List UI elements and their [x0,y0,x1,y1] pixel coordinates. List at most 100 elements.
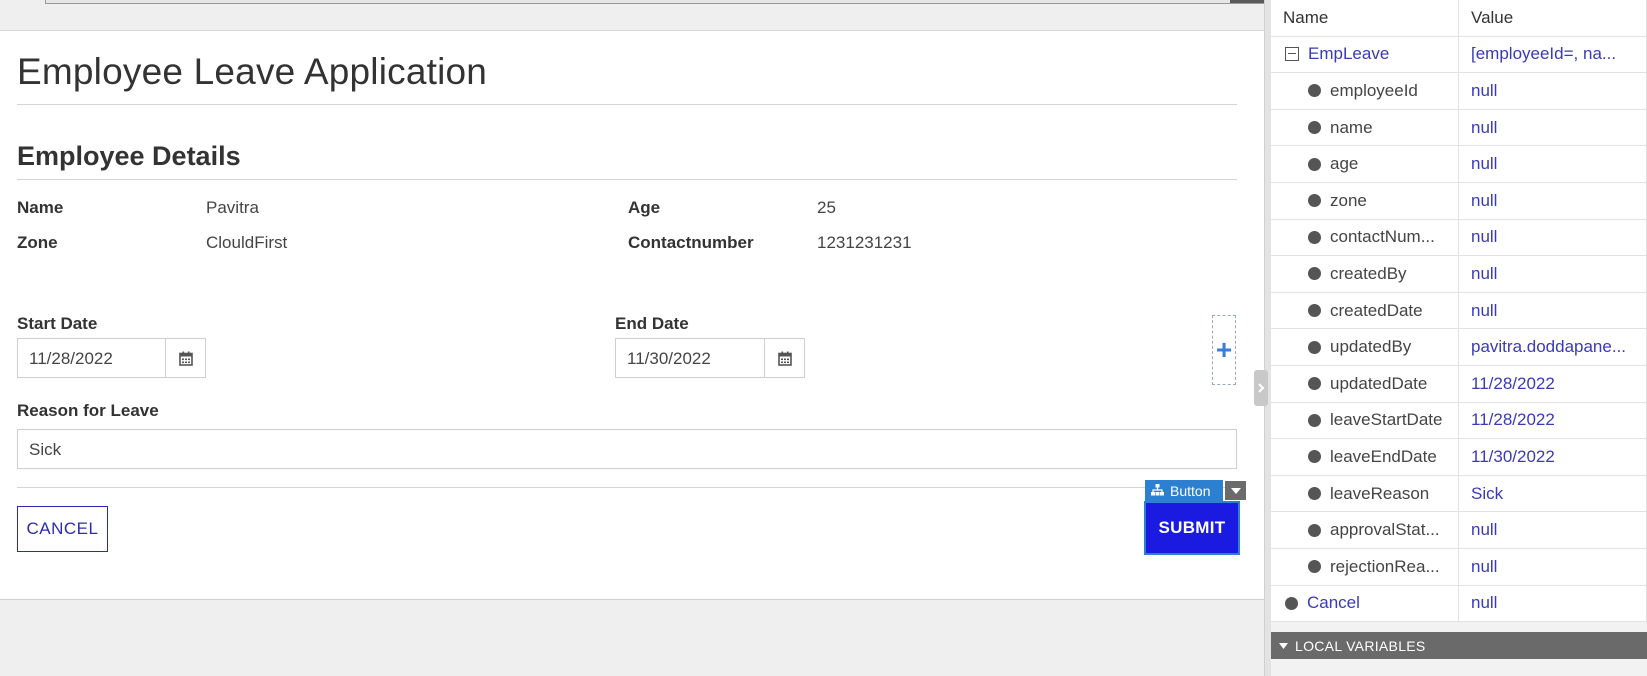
variable-name: rejectionRea... [1330,556,1440,576]
variable-value: Sick [1471,483,1504,503]
local-variables-label: LOCAL VARIABLES [1295,637,1426,654]
variable-name: zone [1330,190,1367,210]
bullet-icon [1308,194,1321,208]
start-date-input[interactable]: 11/28/2022 [18,339,165,377]
page-title: Employee Leave Application [17,51,488,92]
variable-value: null [1471,556,1498,576]
variable-row[interactable]: approvalStat... null [1271,512,1646,549]
variable-name: approvalStat... [1330,520,1440,540]
plus-icon[interactable]: + [1216,334,1232,366]
variable-row[interactable]: updatedDate 11/28/2022 [1271,365,1646,403]
collapse-icon[interactable] [1285,47,1299,62]
variable-row-root[interactable]: EmpLeave [employeeId=, na... [1271,36,1646,74]
reason-input[interactable]: Sick [17,429,1237,469]
variables-panel: Name Value EmpLeave [employeeId=, na... … [1271,0,1647,676]
start-date-picker[interactable]: 11/28/2022 [17,338,206,378]
variable-row[interactable]: updatedBy pavitra.doddapane... [1271,329,1646,366]
variable-name: contactNum... [1330,227,1435,247]
variable-row[interactable]: createdDate null [1271,292,1646,330]
grid-header: Name Value [1271,0,1646,37]
selected-widget-tag[interactable]: Button [1145,480,1223,501]
section-divider [17,179,1237,180]
widget-menu-dropdown[interactable] [1225,481,1246,500]
actions-divider [17,487,1237,488]
leave-form: Employee Leave Application Employee Deta… [0,31,1264,600]
bullet-icon [1308,560,1321,574]
bullet-icon [1308,487,1321,501]
variable-value: null [1471,520,1498,540]
variable-row-cancel[interactable]: Cancel null [1271,585,1646,623]
name-label: Name [17,198,64,217]
scrollbar-thumb[interactable] [1230,0,1264,3]
variable-name[interactable]: Cancel [1307,593,1360,613]
bullet-icon [1308,340,1321,354]
variable-name: updatedDate [1330,373,1428,393]
variable-name: leaveReason [1330,483,1430,503]
variable-value: null [1471,190,1498,210]
variable-row[interactable]: rejectionRea... null [1271,548,1646,586]
age-value: 25 [817,198,836,217]
chevron-down-icon [1230,487,1241,494]
variable-name: updatedBy [1330,337,1412,357]
variable-value: [employeeId=, na... [1471,44,1617,64]
variable-name: age [1330,154,1359,174]
bullet-icon [1308,523,1321,537]
age-label: Age [628,198,661,217]
name-column-header: Name [1271,0,1459,36]
variable-name: leaveEndDate [1330,446,1437,466]
variable-row[interactable]: age null [1271,146,1646,183]
bullet-icon [1308,450,1321,464]
cancel-button[interactable]: CANCEL [17,506,108,552]
variable-row[interactable]: createdBy null [1271,256,1646,293]
local-variables-header[interactable]: LOCAL VARIABLES [1271,632,1647,659]
name-value: Pavitra [206,198,259,217]
bullet-icon [1308,377,1321,391]
variable-row[interactable]: leaveStartDate 11/28/2022 [1271,402,1646,440]
calendar-icon[interactable] [165,339,205,377]
variable-row[interactable]: leaveReason Sick [1271,475,1646,513]
variable-value: null [1471,154,1498,174]
variable-name: employeeId [1330,80,1418,100]
variable-name: createdDate [1330,300,1423,320]
collapse-panel-handle[interactable] [1254,370,1268,406]
variable-row[interactable]: contactNum... null [1271,219,1646,257]
title-divider [17,104,1237,105]
variable-row[interactable]: zone null [1271,182,1646,220]
bullet-icon [1308,413,1321,427]
value-column-header: Value [1471,7,1514,27]
designer-canvas: Employee Leave Application Employee Deta… [0,0,1265,676]
variable-row[interactable]: leaveEndDate 11/30/2022 [1271,439,1646,476]
selected-widget-label: Button [1170,482,1211,499]
variable-value: null [1471,80,1498,100]
bullet-icon [1285,596,1298,610]
top-toolbar [0,0,1265,31]
end-date-input[interactable]: 11/30/2022 [616,339,764,377]
zone-value: ClouldFirst [206,233,288,252]
widget-tree-icon [1151,483,1164,499]
variables-grid: Name Value EmpLeave [employeeId=, na... … [1271,0,1647,623]
caret-down-icon [1279,642,1288,649]
contact-value: 1231231231 [817,233,912,252]
bullet-icon [1308,84,1321,98]
bullet-icon [1308,267,1321,281]
variable-row[interactable]: employeeId null [1271,73,1646,110]
bullet-icon [1308,121,1321,135]
variable-row[interactable]: name null [1271,109,1646,147]
variable-value: null [1471,593,1498,613]
start-date-label: Start Date [17,314,98,333]
variable-name: leaveStartDate [1330,410,1443,430]
add-widget-placeholder[interactable]: + [1212,315,1236,385]
panel-splitter[interactable] [1264,0,1271,676]
section-title: Employee Details [17,141,241,171]
variable-value: pavitra.doddapane... [1471,337,1627,357]
chevron-right-icon [1257,383,1264,393]
bullet-icon [1308,230,1321,244]
bullet-icon [1308,304,1321,318]
variable-name[interactable]: EmpLeave [1308,44,1389,64]
variable-name: name [1330,117,1373,137]
reason-label: Reason for Leave [17,401,159,420]
calendar-icon[interactable] [764,339,804,377]
end-date-picker[interactable]: 11/30/2022 [615,338,805,378]
horizontal-scrollbar[interactable] [45,0,1265,4]
submit-button[interactable]: SUBMIT [1144,501,1240,555]
